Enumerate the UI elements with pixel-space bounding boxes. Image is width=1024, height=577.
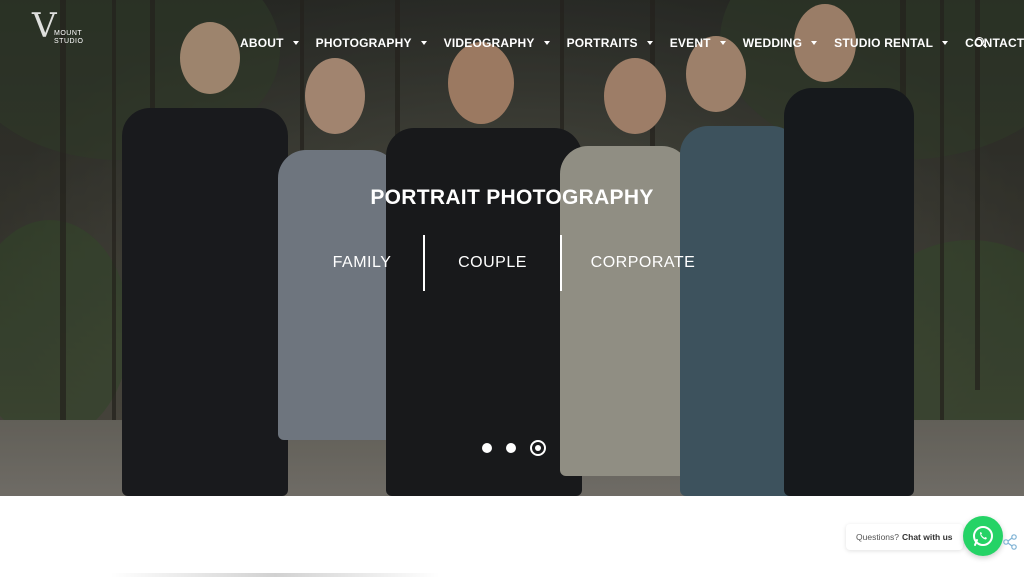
main-nav: ABOUT PHOTOGRAPHY VIDEOGRAPHY PORTRAITS … bbox=[240, 34, 1024, 52]
chevron-down-icon bbox=[811, 41, 818, 45]
category-link-couple[interactable]: COUPLE bbox=[425, 235, 560, 291]
nav-item-wedding[interactable]: WEDDING bbox=[742, 36, 818, 50]
whatsapp-chat-button[interactable] bbox=[963, 516, 1003, 556]
slide-dot-active[interactable] bbox=[530, 440, 546, 456]
nav-item-label: VIDEOGRAPHY bbox=[443, 36, 535, 50]
nav-item-label: PORTRAITS bbox=[566, 36, 638, 50]
chevron-down-icon bbox=[543, 41, 550, 45]
chat-prompt-text: Questions? bbox=[856, 532, 899, 542]
chevron-down-icon bbox=[646, 41, 653, 45]
nav-item-event[interactable]: EVENT bbox=[670, 36, 726, 50]
nav-item-contact[interactable]: CONTACT bbox=[965, 36, 1024, 50]
chat-action-text: Chat with us bbox=[902, 532, 953, 542]
search-icon[interactable] bbox=[975, 37, 984, 46]
category-links: FAMILY COUPLE CORPORATE bbox=[300, 235, 724, 291]
share-icon[interactable] bbox=[1002, 534, 1018, 550]
nav-item-portraits[interactable]: PORTRAITS bbox=[567, 36, 653, 50]
nav-item-studio-rental[interactable]: STUDIO RENTAL bbox=[834, 36, 949, 50]
slide-dot[interactable] bbox=[482, 443, 492, 453]
chevron-down-icon bbox=[942, 41, 949, 45]
nav-item-label: ABOUT bbox=[240, 36, 284, 50]
slide-dot[interactable] bbox=[506, 443, 516, 453]
nav-item-label: PHOTOGRAPHY bbox=[315, 36, 412, 50]
nav-item-photography[interactable]: PHOTOGRAPHY bbox=[316, 36, 427, 50]
category-link-family[interactable]: FAMILY bbox=[300, 235, 424, 291]
logo-wordmark: MOUNT STUDIO bbox=[54, 30, 84, 45]
chevron-down-icon bbox=[292, 41, 299, 45]
chevron-down-icon bbox=[420, 41, 427, 45]
nav-item-label: WEDDING bbox=[742, 36, 803, 50]
nav-item-label: EVENT bbox=[669, 36, 711, 50]
category-link-corporate[interactable]: CORPORATE bbox=[562, 235, 724, 291]
slider-pagination bbox=[482, 440, 546, 456]
nav-item-label: STUDIO RENTAL bbox=[834, 36, 934, 50]
section-divider bbox=[110, 573, 440, 577]
nav-item-label: CONTACT bbox=[965, 36, 1024, 50]
logo-mark: V bbox=[32, 6, 57, 46]
nav-item-videography[interactable]: VIDEOGRAPHY bbox=[444, 36, 550, 50]
chat-prompt[interactable]: Questions? Chat with us bbox=[846, 524, 963, 550]
site-logo[interactable]: V MOUNT STUDIO bbox=[24, 6, 94, 50]
nav-item-about[interactable]: ABOUT bbox=[240, 36, 299, 50]
whatsapp-icon bbox=[973, 526, 993, 546]
hero-title: PORTRAIT PHOTOGRAPHY bbox=[370, 186, 654, 209]
chevron-down-icon bbox=[719, 41, 726, 45]
